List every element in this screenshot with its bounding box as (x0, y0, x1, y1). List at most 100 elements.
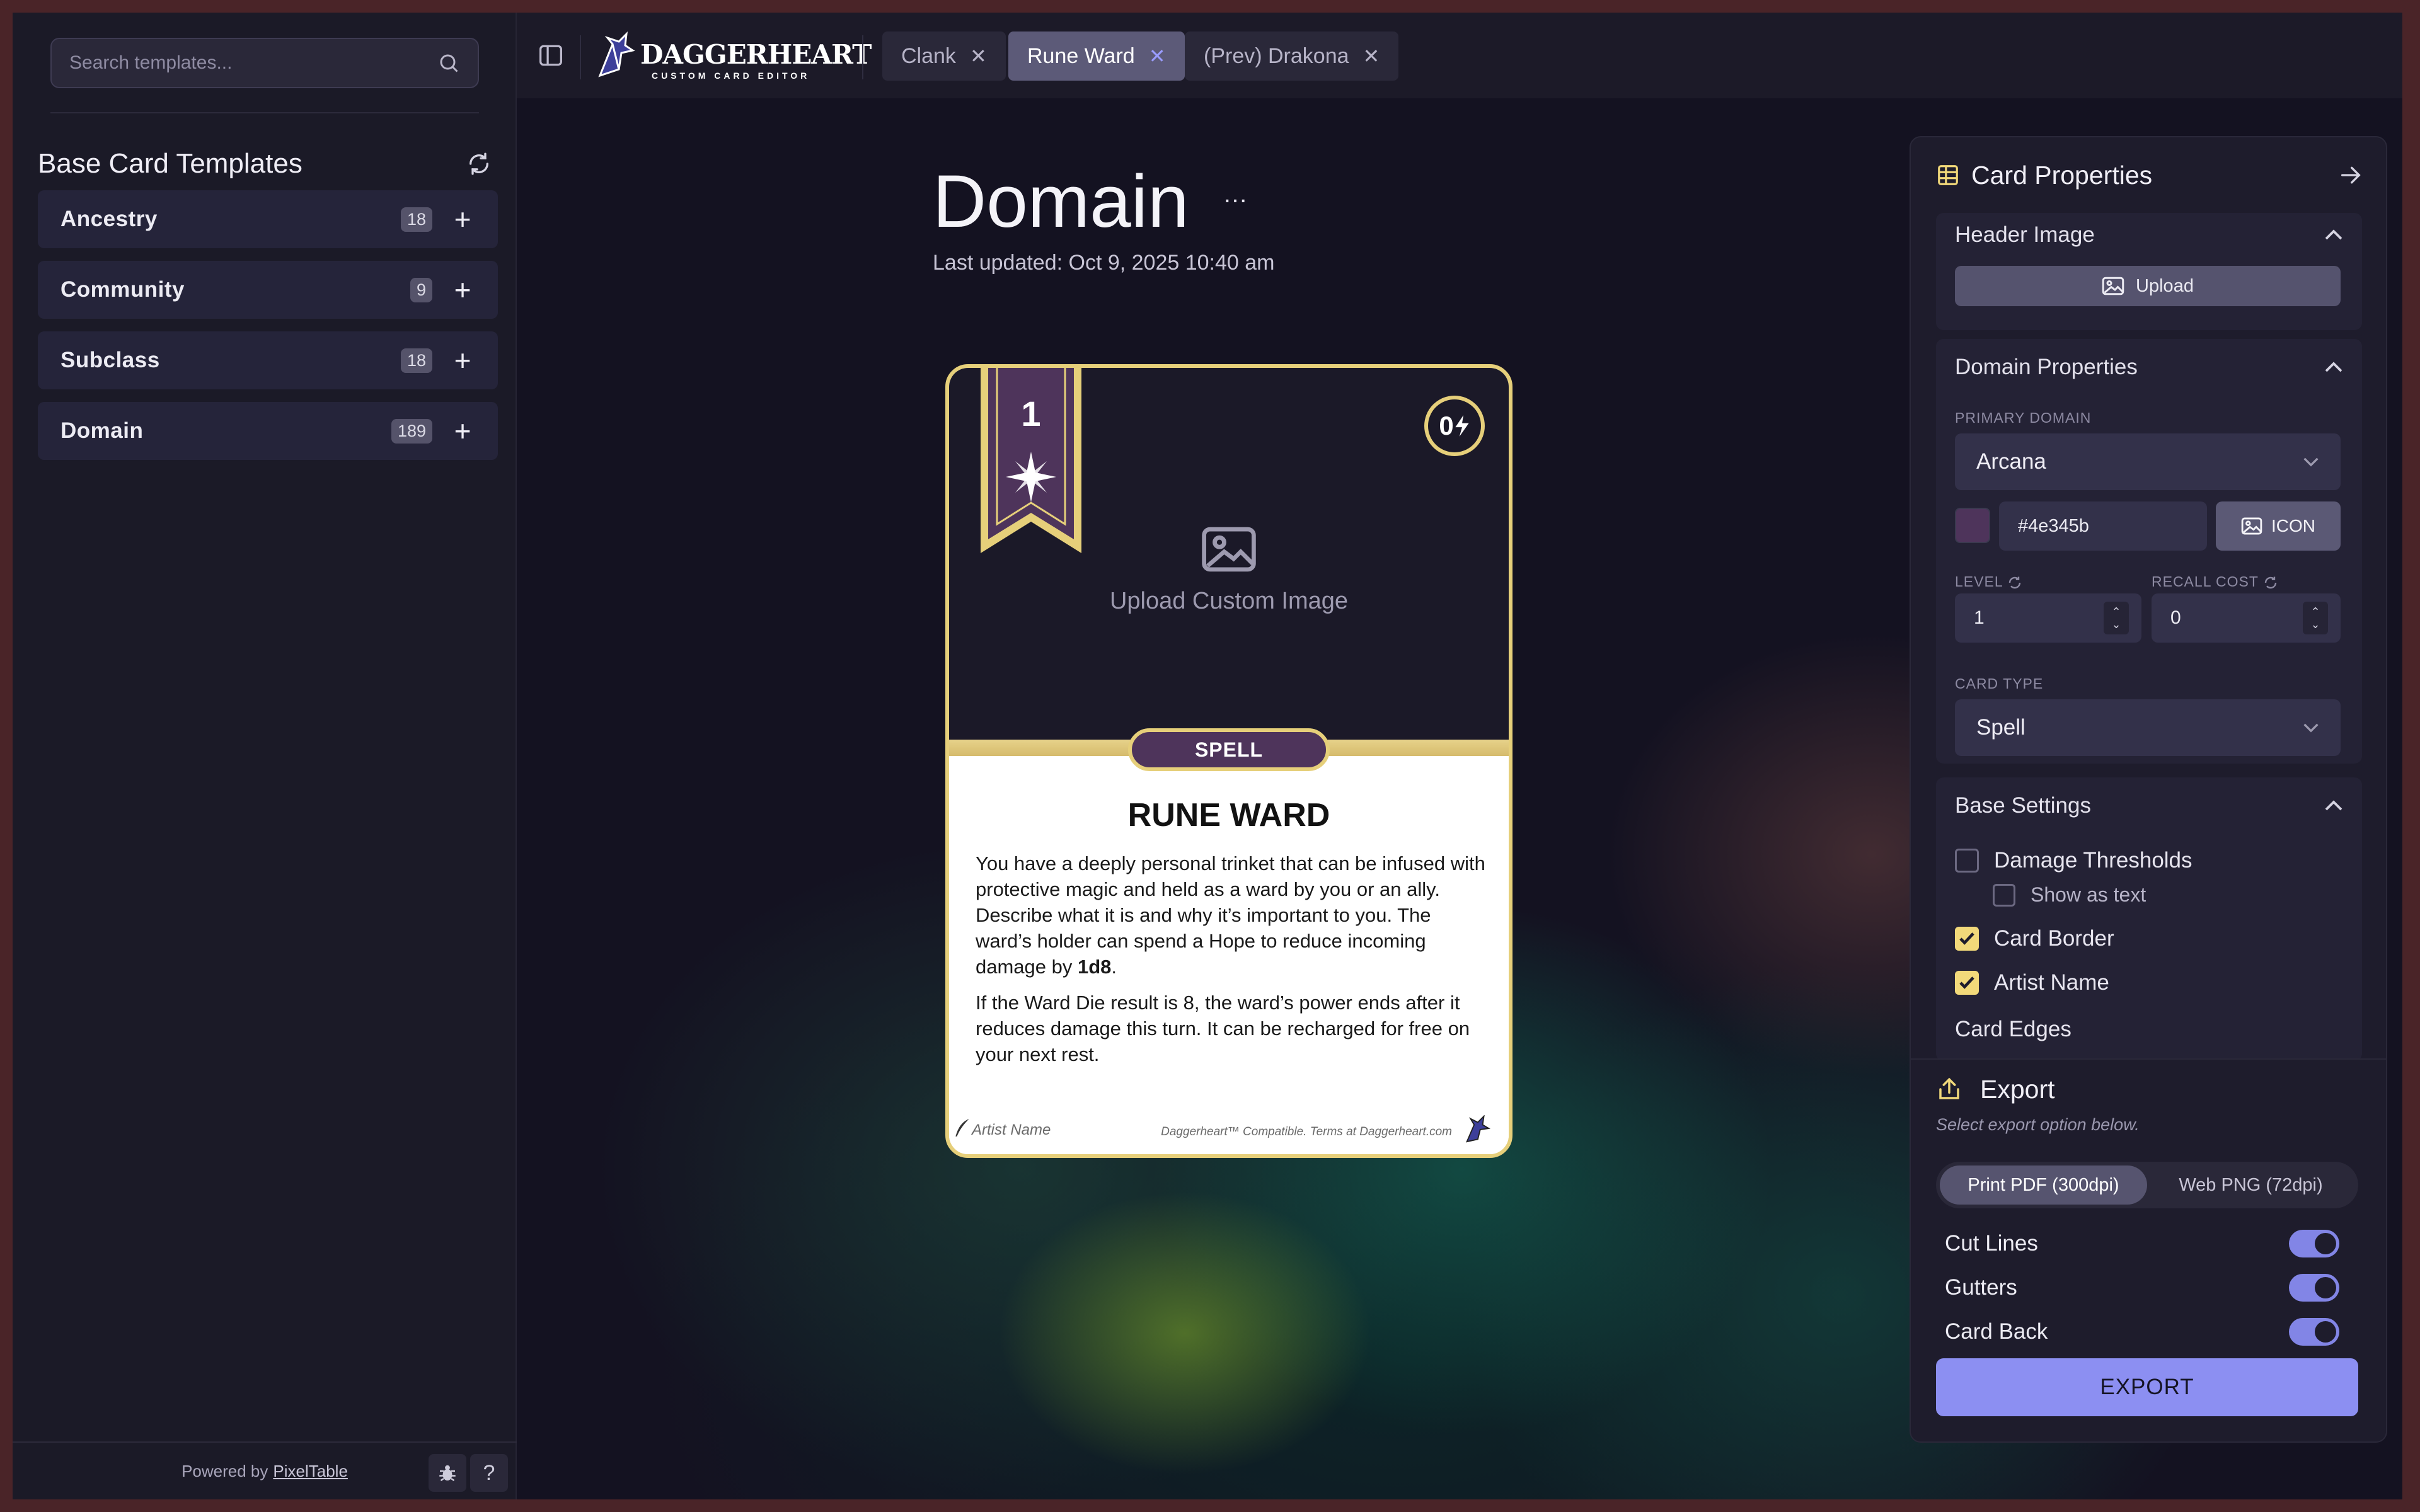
section-header[interactable]: Domain Properties (1936, 339, 2362, 396)
recall-cost-input[interactable]: 0 ⌃ ⌄ (2152, 593, 2341, 643)
gutters-toggle[interactable] (2289, 1274, 2339, 1302)
show-as-text-option[interactable]: Show as text (1993, 883, 2146, 907)
chevron-down-icon (2303, 457, 2319, 467)
dragon-logo-icon (598, 32, 635, 77)
card-description: You have a deeply personal trinket that … (976, 850, 1487, 1077)
export-format-toggle: Print PDF (300dpi) Web PNG (72dpi) (1936, 1162, 2358, 1208)
card-back-toggle[interactable] (2289, 1318, 2339, 1346)
search-icon[interactable] (437, 52, 460, 74)
card-name: RUNE WARD (1127, 797, 1330, 833)
dragon-footer-icon (1466, 1115, 1490, 1143)
arrow-right-icon[interactable] (2338, 163, 2363, 188)
recall-value: 0 (2170, 607, 2181, 628)
export-button[interactable]: EXPORT (1936, 1358, 2358, 1416)
page-title[interactable]: Domain (933, 159, 1189, 244)
tab-clank[interactable]: Clank ✕ (882, 32, 1006, 81)
color-hex-input[interactable]: #4e345b (1999, 501, 2207, 551)
card-footer: Artist Name Daggerheart™ Compatible. Ter… (949, 1115, 1509, 1149)
template-item-community[interactable]: Community 9 + (38, 261, 498, 319)
template-item-subclass[interactable]: Subclass 18 + (38, 331, 498, 389)
chevron-up-icon[interactable] (2324, 361, 2343, 374)
checkbox[interactable] (1993, 883, 2015, 907)
check-icon (1959, 932, 1974, 945)
count-badge: 18 (400, 348, 432, 373)
checkbox[interactable] (1955, 849, 1979, 873)
recall-cost-label: RECALL COST (2152, 573, 2278, 590)
template-label: Domain (60, 418, 144, 443)
tab-prev-drakona[interactable]: (Prev) Drakona ✕ (1185, 32, 1399, 81)
sidebar-toggle-icon[interactable] (538, 44, 563, 67)
refresh-icon[interactable] (2263, 575, 2278, 590)
refresh-icon[interactable] (466, 151, 492, 176)
stepper-icon[interactable]: ⌃ ⌄ (2303, 602, 2328, 634)
stepper-icon[interactable]: ⌃ ⌄ (2104, 602, 2129, 634)
upload-button[interactable]: Upload (1955, 266, 2341, 306)
damage-thresholds-option[interactable]: Damage Thresholds (1955, 848, 2192, 873)
card-border-option[interactable]: Card Border (1955, 926, 2114, 951)
gutters-row: Gutters (1945, 1274, 2339, 1302)
card-image-area[interactable]: 1 0 Upload Custom Image (949, 368, 1509, 751)
close-icon[interactable]: ✕ (1363, 44, 1380, 68)
upload-image-label: Upload Custom Image (1109, 588, 1349, 614)
add-icon[interactable]: + (450, 275, 475, 304)
search-box[interactable] (50, 38, 479, 88)
refresh-icon[interactable] (2007, 575, 2022, 590)
card-paragraph: You have a deeply personal trinket that … (976, 850, 1487, 980)
domain-color-swatch[interactable] (1955, 508, 1990, 543)
divider (580, 35, 581, 79)
template-label: Subclass (60, 348, 160, 372)
card-type-select[interactable]: Spell (1955, 699, 2341, 756)
table-icon (1938, 165, 1958, 185)
quill-icon (955, 1119, 969, 1137)
count-badge: 189 (391, 418, 432, 444)
header-image-section: Header Image Upload (1936, 213, 2362, 330)
tab-rune-ward[interactable]: Rune Ward ✕ (1008, 32, 1185, 81)
recall-cost-value: 0 (1439, 411, 1454, 440)
chevron-up-icon[interactable] (2324, 229, 2343, 241)
checkbox-checked[interactable] (1955, 927, 1979, 951)
option-print-pdf[interactable]: Print PDF (300dpi) (1940, 1166, 2147, 1205)
add-icon[interactable]: + (450, 346, 475, 375)
level-input[interactable]: 1 ⌃ ⌄ (1955, 593, 2141, 643)
cut-lines-toggle[interactable] (2289, 1230, 2339, 1257)
chevron-up-icon[interactable] (2324, 799, 2343, 812)
add-icon[interactable]: + (450, 416, 475, 445)
add-icon[interactable]: + (450, 205, 475, 234)
count-badge: 18 (400, 207, 432, 232)
top-bar: DAGGERHEART CUSTOM CARD EDITOR Clank ✕ R… (517, 13, 2402, 98)
card-properties-panel: Card Properties Header Image Upload Doma… (1910, 136, 2387, 1443)
checkbox-checked[interactable] (1955, 971, 1979, 995)
help-button[interactable]: ? (470, 1454, 508, 1492)
share-icon (1939, 1077, 1959, 1099)
level-value: 1 (1974, 607, 1985, 628)
option-web-png[interactable]: Web PNG (72dpi) (2147, 1166, 2354, 1205)
domain-properties-section: Domain Properties PRIMARY DOMAIN Arcana … (1936, 339, 2362, 764)
close-icon[interactable]: ✕ (1149, 44, 1166, 68)
level-label: LEVEL (1955, 573, 2022, 590)
primary-domain-select[interactable]: Arcana (1955, 433, 2341, 490)
tab-label: (Prev) Drakona (1204, 43, 1349, 68)
section-header[interactable]: Header Image (1936, 213, 2362, 257)
pixeltable-link[interactable]: PixelTable (273, 1462, 348, 1481)
select-value: Arcana (1976, 449, 2046, 474)
artist-name-option[interactable]: Artist Name (1955, 970, 2109, 995)
icon-upload-button[interactable]: ICON (2216, 501, 2341, 551)
divider (862, 35, 863, 79)
option-label: Card Border (1994, 926, 2114, 951)
upload-image-prompt[interactable]: Upload Custom Image (949, 525, 1509, 615)
close-icon[interactable]: ✕ (970, 44, 987, 68)
template-item-ancestry[interactable]: Ancestry 18 + (38, 190, 498, 248)
export-section: Export Select export option below. Print… (1911, 1058, 2386, 1441)
lightning-icon (1455, 415, 1469, 437)
divider (50, 112, 479, 113)
section-header[interactable]: Base Settings (1936, 777, 2362, 834)
level-label-text: LEVEL (1955, 573, 2003, 590)
template-item-domain[interactable]: Domain 189 + (38, 402, 498, 460)
more-options-icon[interactable]: … (1223, 180, 1249, 209)
section-title: Base Settings (1955, 793, 2091, 818)
select-value: Spell (1976, 715, 2025, 740)
bug-report-button[interactable] (429, 1454, 466, 1492)
image-icon (2102, 277, 2124, 295)
tab-label: Rune Ward (1027, 43, 1135, 68)
search-input[interactable] (69, 52, 437, 74)
